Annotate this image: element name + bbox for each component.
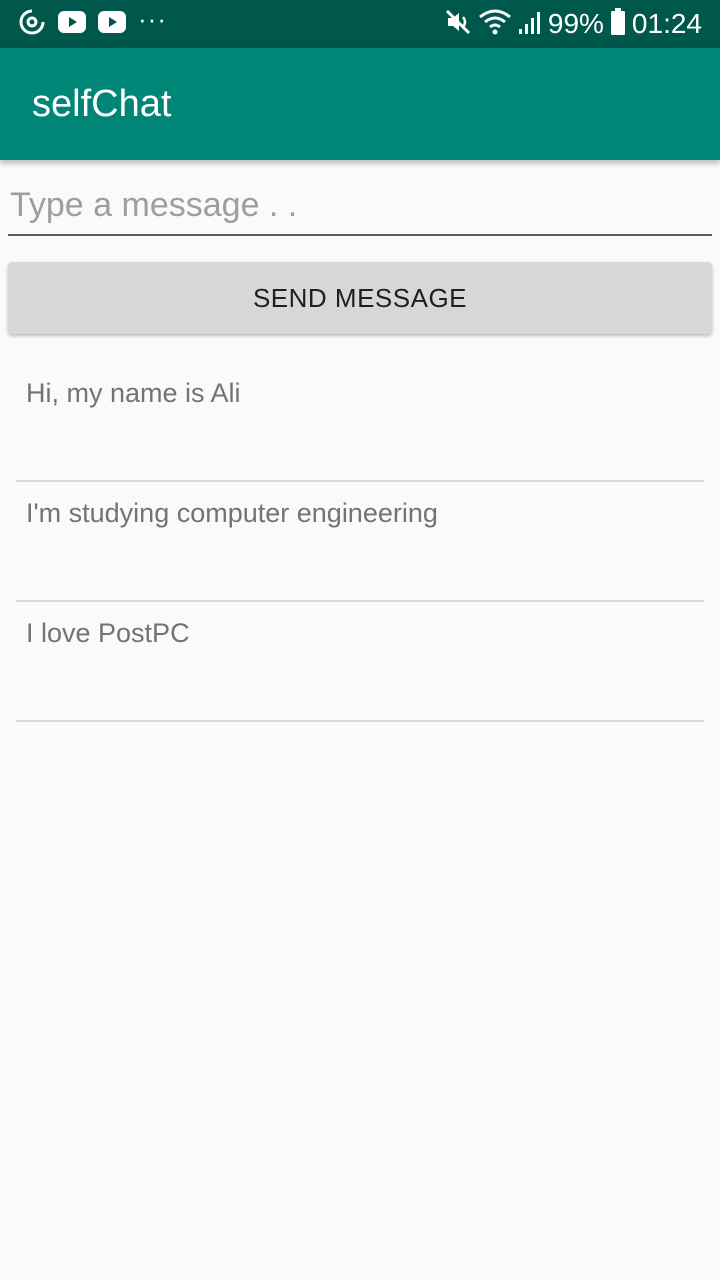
message-text: I love PostPC: [26, 618, 190, 648]
message-text: Hi, my name is Ali: [26, 378, 241, 408]
app-bar: selfChat: [0, 48, 720, 160]
status-time: 01:24: [631, 8, 702, 39]
message-input-container: [8, 178, 712, 236]
signal-icon: [518, 9, 542, 40]
youtube-icon: [98, 10, 126, 38]
wifi-icon: [478, 8, 512, 41]
mute-icon: [444, 8, 472, 41]
app-title: selfChat: [32, 82, 172, 125]
message-item[interactable]: Hi, my name is Ali: [16, 362, 704, 482]
message-input[interactable]: [8, 178, 712, 232]
message-text: I'm studying computer engineering: [26, 498, 438, 528]
send-message-button[interactable]: SEND MESSAGE: [8, 262, 712, 334]
sync-circle-icon: [18, 8, 46, 41]
youtube-icon: [58, 10, 86, 38]
status-left-group: ···: [18, 4, 179, 43]
status-bar: ··· 99% 01:24: [0, 0, 720, 48]
message-list: Hi, my name is Ali I'm studying computer…: [16, 362, 704, 722]
more-dots-icon: ···: [138, 4, 167, 34]
battery-icon: [610, 7, 626, 41]
message-item[interactable]: I love PostPC: [16, 602, 704, 722]
status-right-group: 99% 01:24: [438, 0, 702, 48]
message-item[interactable]: I'm studying computer engineering: [16, 482, 704, 602]
battery-percent: 99%: [547, 8, 604, 39]
